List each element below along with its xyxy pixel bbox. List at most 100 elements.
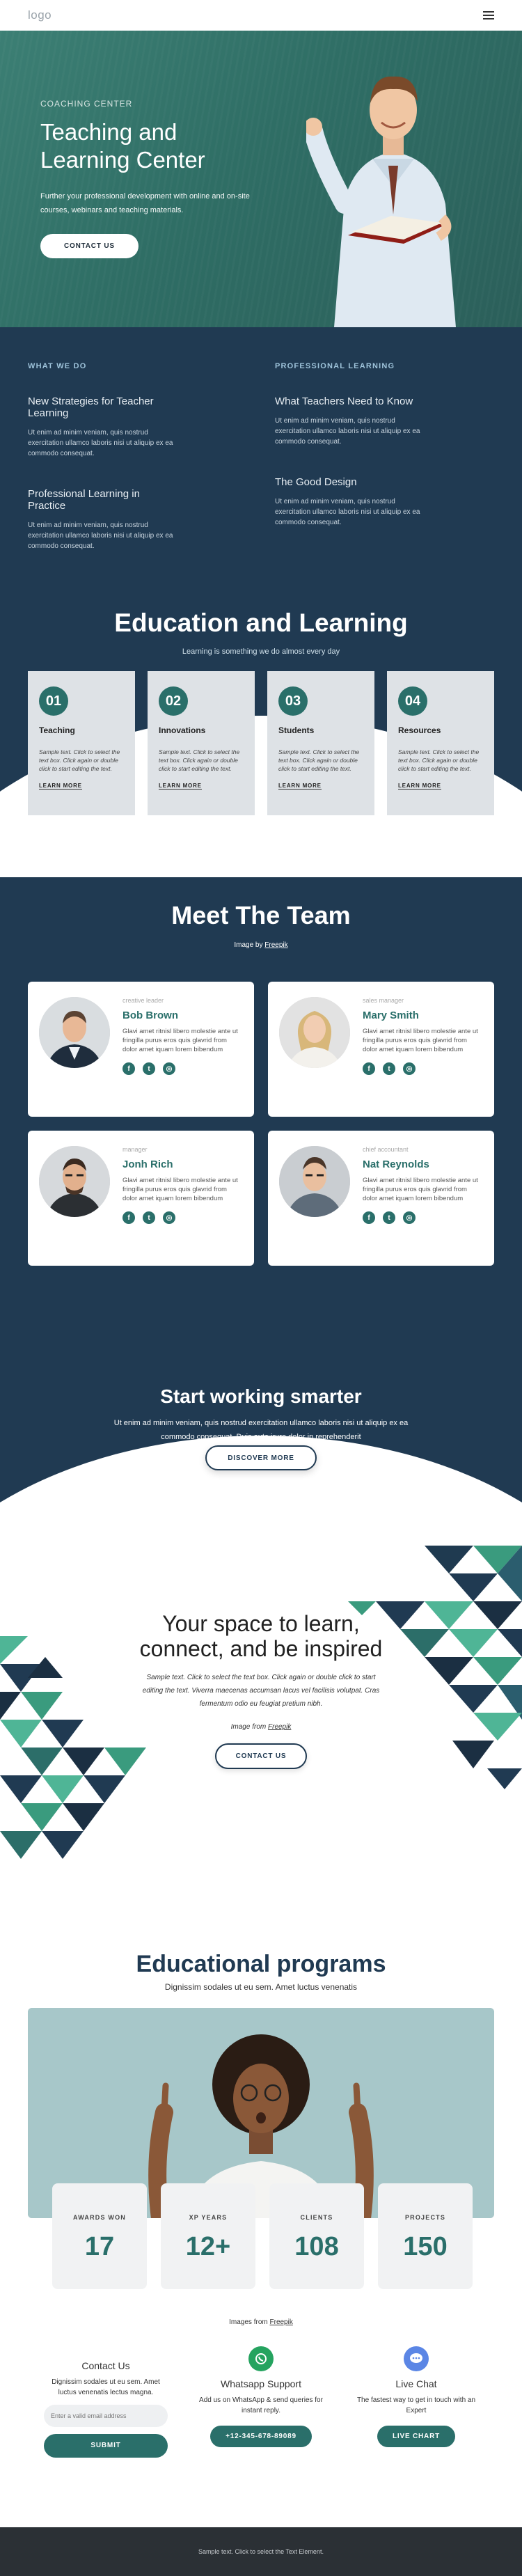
member-photo — [279, 997, 350, 1068]
feature-text: Ut enim ad minim veniam, quis nostrud ex… — [275, 417, 420, 446]
instagram-icon[interactable]: ◎ — [403, 1211, 416, 1224]
stat-card: AWARDS WON 17 — [52, 2183, 147, 2289]
member-photo — [39, 997, 110, 1068]
contact-us-button[interactable]: CONTACT US — [40, 234, 139, 258]
facebook-icon[interactable]: f — [122, 1211, 135, 1224]
team-member-card: chief accountant Nat Reynolds Glavi amet… — [268, 1131, 494, 1266]
credit-prefix: Images from — [229, 2318, 268, 2326]
education-title: Education and Learning — [114, 608, 408, 637]
twitter-icon[interactable]: t — [383, 1211, 395, 1224]
team-grid: creative leader Bob Brown Glavi amet rit… — [28, 982, 494, 1266]
whatsapp-icon — [248, 2346, 274, 2371]
instagram-icon[interactable]: ◎ — [163, 1211, 175, 1224]
education-section: Education and Learning Learning is somet… — [0, 563, 522, 877]
card-number: 02 — [159, 686, 188, 716]
smarter-title: Start working smarter — [160, 1385, 362, 1407]
feature-item: Professional Learning in Practice Ut eni… — [28, 488, 174, 551]
education-card: 02 Innovations Sample text. Click to sel… — [148, 671, 255, 815]
card-text: Sample text. Click to select the text bo… — [278, 748, 360, 772]
member-role: sales manager — [363, 997, 404, 1004]
freepik-link[interactable]: Freepik — [264, 941, 287, 949]
phone-button[interactable]: +12-345-678-89089 — [210, 2426, 312, 2447]
discover-more-button[interactable]: DISCOVER MORE — [205, 1445, 317, 1470]
submit-button[interactable]: SUBMIT — [44, 2434, 168, 2458]
card-number: 03 — [278, 686, 308, 716]
your-space-section: Your space to learn, connect, and be ins… — [0, 1546, 522, 1942]
stat-label: CLIENTS — [300, 2214, 333, 2221]
hero-text: COACHING CENTER Teaching and Learning Ce… — [40, 99, 256, 258]
menu-hamburger-icon[interactable] — [483, 11, 494, 19]
feature-title: The Good Design — [275, 476, 357, 488]
card-number: 01 — [39, 686, 68, 716]
stat-value: 17 — [84, 2232, 115, 2261]
instagram-icon[interactable]: ◎ — [163, 1062, 175, 1075]
member-photo — [279, 1146, 350, 1217]
stat-value: 12+ — [185, 2232, 231, 2261]
twitter-icon[interactable]: t — [383, 1062, 395, 1075]
facebook-icon[interactable]: f — [122, 1062, 135, 1075]
feature-text: Ut enim ad minim veniam, quis nostrud ex… — [28, 429, 173, 457]
whatsapp-title: Whatsapp Support — [221, 2378, 301, 2389]
social-links: f t ◎ — [363, 1062, 483, 1075]
social-links: f t ◎ — [122, 1062, 243, 1075]
educational-programs-section: Educational programs Dignissim sodales u… — [0, 1942, 522, 2360]
live-chat-text: The fastest way to get in touch with an … — [356, 2396, 476, 2414]
card-title: Resources — [398, 725, 441, 735]
social-links: f t ◎ — [363, 1211, 483, 1224]
freepik-link[interactable]: Freepik — [268, 1723, 291, 1731]
team-title: Meet The Team — [171, 901, 351, 929]
hero-section: COACHING CENTER Teaching and Learning Ce… — [0, 31, 522, 327]
contact-us-button[interactable]: CONTACT US — [214, 1743, 308, 1769]
learn-more-link[interactable]: LEARN MORE — [159, 783, 202, 790]
stat-card: CLIENTS 108 — [269, 2183, 364, 2289]
your-space-title: Your space to learn, connect, and be ins… — [139, 1611, 383, 1661]
learn-more-link[interactable]: LEARN MORE — [39, 783, 82, 790]
section-heading: PROFESSIONAL LEARNING — [275, 362, 395, 370]
professional-learning-column: PROFESSIONAL LEARNING What Teachers Need… — [275, 362, 494, 581]
smarter-description: Ut enim ad minim veniam, quis nostrud ex… — [113, 1419, 409, 1441]
feature-title: New Strategies for Teacher Learning — [28, 395, 154, 419]
site-footer: Sample text. Click to select the Text El… — [0, 2527, 522, 2576]
member-description: Glavi amet ritnisl libero molestie ante … — [363, 1028, 478, 1053]
instagram-icon[interactable]: ◎ — [403, 1062, 416, 1075]
start-working-smarter-section: Start working smarter Ut enim ad minim v… — [0, 1365, 522, 1546]
facebook-icon[interactable]: f — [363, 1211, 375, 1224]
whatsapp-text: Add us on WhatsApp & send queries for in… — [199, 2396, 323, 2414]
freepik-link[interactable]: Freepik — [270, 2318, 293, 2326]
footer-text: Sample text. Click to select the Text El… — [198, 2548, 324, 2555]
card-title: Teaching — [39, 725, 75, 735]
learn-more-link[interactable]: LEARN MORE — [278, 783, 322, 790]
feature-item: The Good Design Ut enim ad minim veniam,… — [275, 476, 421, 528]
feature-item: New Strategies for Teacher Learning Ut e… — [28, 395, 174, 459]
twitter-icon[interactable]: t — [143, 1211, 155, 1224]
image-credit: Image from Freepik — [136, 1723, 386, 1731]
your-space-content: Your space to learn, connect, and be ins… — [136, 1611, 386, 1769]
learn-more-link[interactable]: LEARN MORE — [398, 783, 441, 790]
team-member-card: manager Jonh Rich Glavi amet ritnisl lib… — [28, 1131, 254, 1266]
stat-card: PROJECTS 150 — [378, 2183, 473, 2289]
education-card: 04 Resources Sample text. Click to selec… — [387, 671, 494, 815]
member-name: Mary Smith — [363, 1010, 419, 1021]
credit-prefix: Image by — [234, 941, 263, 949]
what-we-do-column: WHAT WE DO New Strategies for Teacher Le… — [28, 362, 247, 581]
member-name: Nat Reynolds — [363, 1159, 429, 1170]
team-member-card: creative leader Bob Brown Glavi amet rit… — [28, 982, 254, 1117]
logo[interactable]: logo — [28, 8, 52, 22]
stat-label: XP YEARS — [189, 2214, 228, 2221]
card-title: Innovations — [159, 725, 206, 735]
live-chat-button[interactable]: LIVE CHART — [377, 2426, 455, 2447]
twitter-icon[interactable]: t — [143, 1062, 155, 1075]
member-description: Glavi amet ritnisl libero molestie ante … — [122, 1177, 238, 1202]
stat-value: 108 — [294, 2232, 339, 2261]
facebook-icon[interactable]: f — [363, 1062, 375, 1075]
email-input[interactable] — [44, 2405, 168, 2427]
stat-label: AWARDS WON — [73, 2214, 126, 2221]
whatsapp-column: Whatsapp Support Add us on WhatsApp & se… — [198, 2346, 324, 2447]
card-text: Sample text. Click to select the text bo… — [39, 748, 120, 772]
programs-subtitle: Dignissim sodales ut eu sem. Amet luctus… — [164, 1982, 358, 1992]
member-name: Bob Brown — [122, 1010, 178, 1021]
feature-text: Ut enim ad minim veniam, quis nostrud ex… — [28, 521, 173, 550]
hero-title: Teaching and Learning Center — [40, 119, 205, 173]
contact-us-column: Contact Us Dignissim sodales ut eu sem. … — [43, 2360, 168, 2458]
member-name: Jonh Rich — [122, 1159, 173, 1170]
